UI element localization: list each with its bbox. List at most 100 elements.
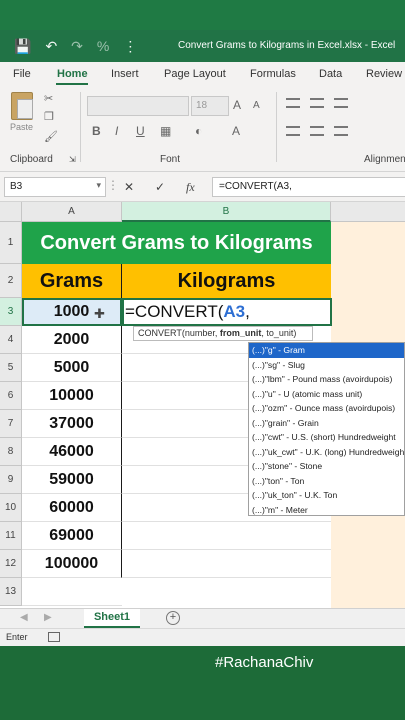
row-header-12[interactable]: 12 [0,550,22,578]
tab-data[interactable]: Data [319,68,342,80]
worksheet-grid[interactable]: A B 1 2 3 4 5 6 7 8 9 10 11 12 13 Conver… [0,202,405,608]
tab-file[interactable]: File [13,68,31,80]
add-sheet-icon[interactable]: + [166,611,180,625]
copy-icon[interactable]: ❐ [44,110,54,123]
column-header-c[interactable] [331,202,405,222]
align-top-icon[interactable] [286,98,300,108]
grams-cell[interactable]: 2000 [22,326,122,354]
align-middle-icon[interactable] [310,98,324,108]
insert-function-button[interactable]: fx [186,180,195,195]
autocomplete-item-gram[interactable]: (...)"g" - Gram [249,343,404,358]
autocomplete-item[interactable]: (...)"ozm" - Ounce mass (avoirdupois) [249,401,404,416]
tab-review[interactable]: Review [366,68,402,80]
sheet-tab-sheet1[interactable]: Sheet1 [84,609,140,628]
next-sheet-icon[interactable]: ▶ [44,612,52,623]
format-painter-icon[interactable]: 🖌 [44,130,58,143]
paste-button-label[interactable]: Paste [10,122,33,132]
customize-qat-icon[interactable]: ⋮ [123,38,137,55]
macro-record-icon[interactable] [48,632,60,642]
font-color-icon[interactable]: A [232,124,240,138]
edit-text-prefix: =CONVERT( [125,302,224,321]
grams-cell[interactable]: 5000 [22,354,122,382]
kilograms-cell[interactable] [122,550,331,578]
chevron-down-icon[interactable]: ▾ [96,180,101,191]
autocomplete-item[interactable]: (...)"lbm" - Pound mass (avoirdupois) [249,372,404,387]
undo-icon[interactable]: ↶ [45,38,57,55]
row-header-5[interactable]: 5 [0,354,22,382]
align-left-icon[interactable] [286,126,300,136]
autocomplete-item[interactable]: (...)"grain" - Grain [249,416,404,431]
column-header-a[interactable]: A [22,202,122,222]
grams-cell[interactable]: 100000 [22,550,122,578]
italic-button[interactable]: I [115,124,118,138]
tab-formulas[interactable]: Formulas [250,68,296,80]
increase-font-icon[interactable]: A [233,98,241,112]
autocomplete-item[interactable]: (...)"sg" - Slug [249,358,404,373]
editing-cell-b3[interactable]: =CONVERT(A3, [122,298,332,326]
tab-home[interactable]: Home [57,68,88,80]
grams-cell[interactable]: 10000 [22,382,122,410]
bold-button[interactable]: B [92,124,101,138]
grams-cell[interactable]: 59000 [22,466,122,494]
column-header-b[interactable]: B [122,202,331,222]
paste-icon[interactable] [11,92,33,120]
header-grams-cell[interactable]: Grams [22,264,122,298]
grams-cell[interactable]: 37000 [22,410,122,438]
clipboard-group-label: Clipboard [10,154,53,165]
font-name-box[interactable] [87,96,189,116]
tab-page-layout[interactable]: Page Layout [164,68,226,80]
row-header-10[interactable]: 10 [0,494,22,522]
enter-button[interactable]: ✓ [155,180,165,194]
autocomplete-item[interactable]: (...)"uk_ton" - U.K. Ton [249,488,404,503]
previous-sheet-icon[interactable]: ◀ [20,612,28,623]
tab-insert[interactable]: Insert [111,68,139,80]
percent-icon[interactable]: % [97,38,109,55]
row-header-11[interactable]: 11 [0,522,22,550]
autocomplete-item[interactable]: (...)"m" - Meter [249,503,404,516]
edit-text-suffix: , [245,302,250,321]
row-header-2[interactable]: 2 [0,264,22,298]
autocomplete-item[interactable]: (...)"cwt" - U.S. (short) Hundredweight [249,430,404,445]
name-box[interactable]: B3 ▾ [4,177,106,197]
autocomplete-item[interactable]: (...)"ton" - Ton [249,474,404,489]
row-header-3[interactable]: 3 [0,298,22,326]
cancel-button[interactable]: ✕ [124,180,134,194]
grams-cell[interactable]: 46000 [22,438,122,466]
autocomplete-item[interactable]: (...)"stone" - Stone [249,459,404,474]
formula-bar: B3 ▾ ⋮ ✕ ✓ fx =CONVERT(A3, [0,172,405,202]
empty-cell[interactable] [22,578,122,606]
select-all-corner[interactable] [0,202,22,222]
group-separator [276,92,277,162]
fill-color-icon[interactable]: ◐ [195,124,202,138]
align-right-icon[interactable] [334,126,348,136]
cut-icon[interactable]: ✂ [44,92,53,105]
row-header-6[interactable]: 6 [0,382,22,410]
decrease-font-icon[interactable]: A [253,100,260,111]
kilograms-cell[interactable] [122,522,331,550]
grams-cell-a3[interactable]: 1000 [22,298,122,326]
save-icon[interactable]: 💾 [14,38,31,55]
grams-cell[interactable]: 69000 [22,522,122,550]
font-size-box[interactable]: 18 [191,96,229,116]
autocomplete-item[interactable]: (...)"u" - U (atomic mass unit) [249,387,404,402]
function-argument-tooltip[interactable]: CONVERT(number, from_unit, to_unit) [133,326,313,341]
grams-cell[interactable]: 60000 [22,494,122,522]
row-header-7[interactable]: 7 [0,410,22,438]
underline-button[interactable]: U [136,124,145,138]
borders-icon[interactable]: ▦ [160,124,171,138]
formula-input[interactable]: =CONVERT(A3, [212,177,405,197]
unit-autocomplete-list[interactable]: (...)"g" - Gram (...)"sg" - Slug (...)"l… [248,342,405,516]
row-header-8[interactable]: 8 [0,438,22,466]
align-bottom-icon[interactable] [334,98,348,108]
header-kilograms-cell[interactable]: Kilograms [122,264,331,298]
clipboard-launcher-icon[interactable]: ⇲ [69,155,76,164]
autocomplete-item[interactable]: (...)"uk_cwt" - U.K. (long) Hundredweigh… [249,445,404,460]
row-header-4[interactable]: 4 [0,326,22,354]
sheet-title-cell[interactable]: Convert Grams to Kilograms [22,222,331,264]
row-header-13[interactable]: 13 [0,578,22,606]
row-header-1[interactable]: 1 [0,222,22,264]
align-center-icon[interactable] [310,126,324,136]
redo-icon[interactable]: ↷ [71,38,83,55]
row-header-9[interactable]: 9 [0,466,22,494]
tooltip-current-argument[interactable]: from_unit [220,328,262,338]
